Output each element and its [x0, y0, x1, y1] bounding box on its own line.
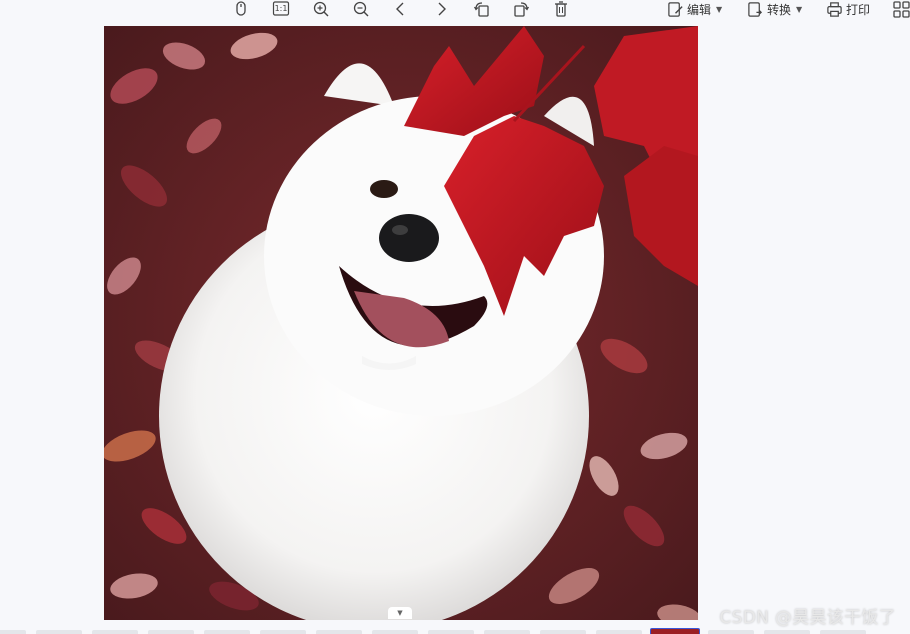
thumbnail-item[interactable]: [92, 630, 138, 634]
rotate-left-icon: [473, 2, 489, 17]
thumbnail-item[interactable]: [650, 628, 700, 634]
edit-icon: [668, 1, 683, 17]
previous-icon: [396, 2, 404, 16]
chevron-down-icon: ▼: [796, 4, 803, 14]
next-icon: [438, 2, 446, 16]
printer-icon: [827, 1, 842, 17]
thumbnail-item[interactable]: [596, 630, 642, 634]
thumbnail-item[interactable]: [0, 630, 26, 634]
grid-icon: [893, 1, 910, 18]
convert-menu-button[interactable]: 转换 ▼: [747, 0, 802, 18]
dog-photo: [104, 26, 698, 620]
zoom-out-icon: [353, 1, 369, 17]
thumbnail-item[interactable]: [708, 630, 754, 634]
rotate-right-icon: [514, 2, 530, 17]
delete-icon: [555, 1, 567, 17]
convert-icon: [748, 1, 763, 17]
print-button[interactable]: 打印: [826, 0, 870, 18]
thumbnail-item[interactable]: [372, 630, 418, 634]
previous-button[interactable]: [391, 0, 411, 18]
thumbnail-item[interactable]: [148, 630, 194, 634]
thumbnail-item[interactable]: [484, 630, 530, 634]
thumbnail-item[interactable]: [428, 630, 474, 634]
actual-size-button[interactable]: 1:1: [270, 0, 292, 18]
chevron-down-icon: ▼: [397, 609, 403, 617]
rotate-right-button[interactable]: [510, 0, 532, 18]
print-label: 打印: [846, 2, 871, 17]
thumbnail-item[interactable]: [36, 630, 82, 634]
delete-button[interactable]: [551, 0, 571, 18]
zoom-out-button[interactable]: [351, 0, 371, 18]
thumbnail-item[interactable]: [260, 630, 306, 634]
zoom-in-button[interactable]: [311, 0, 331, 18]
convert-label: 转换: [767, 2, 792, 17]
rotate-left-button[interactable]: [471, 0, 493, 18]
chevron-down-icon: ▼: [716, 4, 723, 14]
thumbnail-item[interactable]: [820, 630, 866, 634]
collapse-thumbnails-toggle[interactable]: ▼: [388, 607, 412, 619]
watermark: CSDN @昊昊该干饭了: [719, 608, 896, 628]
zoom-in-icon: [313, 1, 329, 17]
mouse-mode-button[interactable]: [231, 0, 251, 18]
grid-view-button[interactable]: [892, 0, 910, 18]
mouse-icon: [236, 1, 246, 16]
actual-size-label: 1:1: [274, 4, 288, 13]
thumbnail-item[interactable]: [316, 630, 362, 634]
thumbnail-item[interactable]: [764, 630, 810, 634]
thumbnail-item[interactable]: [204, 630, 250, 634]
image-canvas[interactable]: [104, 26, 698, 620]
edit-menu-button[interactable]: 编辑 ▼: [667, 0, 722, 18]
next-button[interactable]: [431, 0, 451, 18]
edit-label: 编辑: [687, 2, 712, 17]
viewer-toolbar: 1:1 编辑 ▼ 转换 ▼ 打印: [0, 0, 910, 20]
thumbnail-strip: [0, 628, 910, 634]
thumbnail-item[interactable]: [540, 630, 586, 634]
